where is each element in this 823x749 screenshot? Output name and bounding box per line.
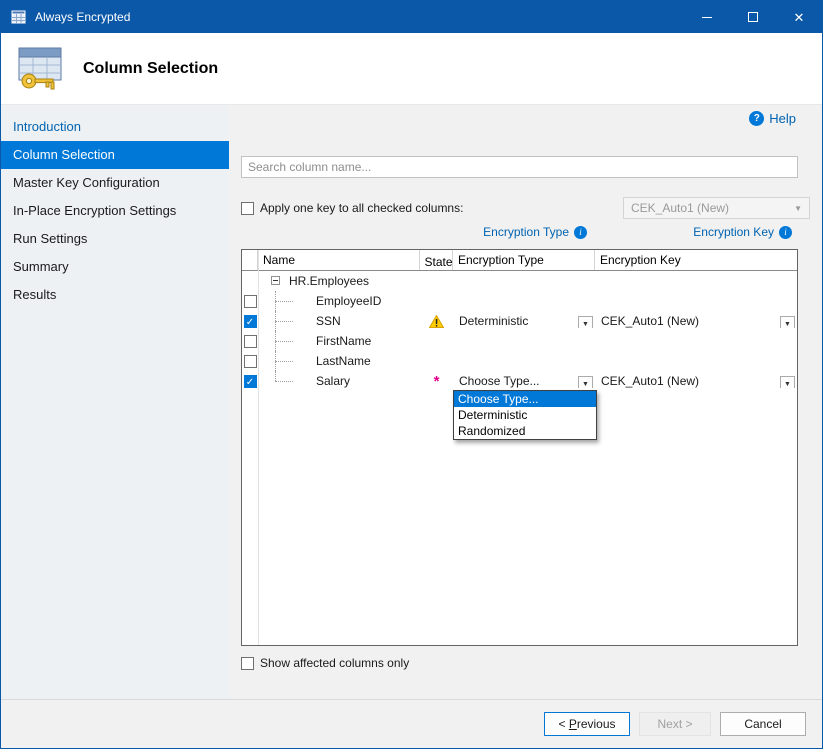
column-links-row: Encryption Type i Encryption Key i xyxy=(241,225,798,241)
sidebar-item-column-selection[interactable]: Column Selection xyxy=(1,141,229,169)
show-affected-row: Show affected columns only xyxy=(241,656,409,670)
dropdown-option-randomized[interactable]: Randomized xyxy=(454,423,596,439)
chevron-down-icon: ▼ xyxy=(794,204,802,213)
apply-key-combobox[interactable]: CEK_Auto1 (New) ▼ xyxy=(623,197,810,219)
table-row-ssn: ✓ SSN Deterministic ▼ CEK_Au xyxy=(242,311,797,331)
window-title: Always Encrypted xyxy=(35,10,130,24)
column-name: Salary xyxy=(316,374,350,388)
row-checkbox[interactable] xyxy=(244,295,257,308)
maximize-button[interactable] xyxy=(730,1,776,33)
column-name: FirstName xyxy=(316,334,371,348)
header-name: Name xyxy=(258,250,420,270)
wizard-header: Column Selection xyxy=(1,33,822,105)
encryption-type-link[interactable]: Encryption Type i xyxy=(483,225,587,239)
collapse-icon[interactable] xyxy=(271,276,280,285)
info-icon[interactable]: i xyxy=(779,226,792,239)
encryption-type-dropdown-button[interactable]: ▼ xyxy=(578,316,593,328)
dropdown-option-deterministic[interactable]: Deterministic xyxy=(454,407,596,423)
next-button[interactable]: Next > xyxy=(639,712,711,736)
dropdown-option-choose-type[interactable]: Choose Type... xyxy=(454,391,596,407)
cancel-button[interactable]: Cancel xyxy=(720,712,806,736)
row-checkbox[interactable]: ✓ xyxy=(244,315,257,328)
minimize-icon xyxy=(702,17,712,18)
encryption-key-link[interactable]: Encryption Key i xyxy=(693,225,792,239)
row-checkbox[interactable] xyxy=(244,355,257,368)
maximize-icon xyxy=(748,12,758,22)
sidebar-item-in-place-encryption-settings[interactable]: In-Place Encryption Settings xyxy=(1,197,229,225)
row-checkbox[interactable]: ✓ xyxy=(244,375,257,388)
help-icon: ? xyxy=(749,111,764,126)
row-checkbox[interactable] xyxy=(244,335,257,348)
sidebar-item-introduction[interactable]: Introduction xyxy=(1,113,229,141)
header-checkbox-column xyxy=(242,250,258,270)
table-key-icon xyxy=(15,45,67,93)
header-state: State xyxy=(420,250,453,270)
header-encryption-key: Encryption Key xyxy=(595,250,797,270)
encryption-type-dropdown-button[interactable]: ▼ xyxy=(578,376,593,388)
encryption-key-dropdown-button[interactable]: ▼ xyxy=(780,376,795,388)
warning-icon xyxy=(429,315,444,328)
columns-grid: Name State Encryption Type Encryption Ke… xyxy=(241,249,798,646)
content-area: Introduction Column Selection Master Key… xyxy=(1,105,822,699)
column-name: EmployeeID xyxy=(316,294,381,308)
titlebar: Always Encrypted ✕ xyxy=(1,1,822,33)
help-link[interactable]: ? Help xyxy=(749,111,796,126)
encryption-key-value: CEK_Auto1 (New) xyxy=(595,374,699,388)
column-name: LastName xyxy=(316,354,371,368)
close-button[interactable]: ✕ xyxy=(776,1,822,33)
main-pane: ? Help Apply one key to all checked colu… xyxy=(229,105,822,699)
page-title: Column Selection xyxy=(83,60,218,78)
sidebar-item-run-settings[interactable]: Run Settings xyxy=(1,225,229,253)
footer-bar: < Previous Next > Cancel xyxy=(1,699,822,748)
always-encrypted-window: Always Encrypted ✕ Column Selecti xyxy=(0,0,823,749)
header-encryption-type: Encryption Type xyxy=(453,250,595,270)
show-affected-label: Show affected columns only xyxy=(260,656,409,670)
encryption-key-value: CEK_Auto1 (New) xyxy=(595,314,699,328)
info-icon[interactable]: i xyxy=(574,226,587,239)
apply-key-checkbox[interactable] xyxy=(241,202,254,215)
show-affected-checkbox[interactable] xyxy=(241,657,254,670)
column-name: SSN xyxy=(316,314,341,328)
app-icon xyxy=(11,9,27,25)
sidebar-item-results[interactable]: Results xyxy=(1,281,229,309)
sidebar-item-summary[interactable]: Summary xyxy=(1,253,229,281)
sidebar-item-master-key-configuration[interactable]: Master Key Configuration xyxy=(1,169,229,197)
encryption-type-dropdown-list: Choose Type... Deterministic Randomized xyxy=(453,390,597,440)
table-row-employeeid: EmployeeID xyxy=(242,291,797,311)
table-row-lastname: LastName xyxy=(242,351,797,371)
table-row-firstname: FirstName xyxy=(242,331,797,351)
apply-key-label: Apply one key to all checked columns: xyxy=(260,201,463,215)
window-controls: ✕ xyxy=(684,1,822,33)
encryption-type-value: Deterministic xyxy=(453,314,528,328)
grid-header: Name State Encryption Type Encryption Ke… xyxy=(242,250,797,271)
apply-key-row: Apply one key to all checked columns: CE… xyxy=(241,197,796,219)
required-icon: * xyxy=(434,374,440,389)
encryption-type-value: Choose Type... xyxy=(453,374,540,388)
previous-button[interactable]: < Previous xyxy=(544,712,630,736)
close-icon: ✕ xyxy=(794,11,805,24)
table-group-row: HR.Employees xyxy=(242,271,797,291)
minimize-button[interactable] xyxy=(684,1,730,33)
search-input[interactable] xyxy=(241,156,798,178)
wizard-steps-sidebar: Introduction Column Selection Master Key… xyxy=(1,105,229,699)
encryption-key-dropdown-button[interactable]: ▼ xyxy=(780,316,795,328)
apply-key-value: CEK_Auto1 (New) xyxy=(631,201,729,215)
table-row-salary: ✓ Salary * Choose Type... ▼ CEK_Auto1 (N… xyxy=(242,371,797,391)
help-label: Help xyxy=(769,111,796,126)
